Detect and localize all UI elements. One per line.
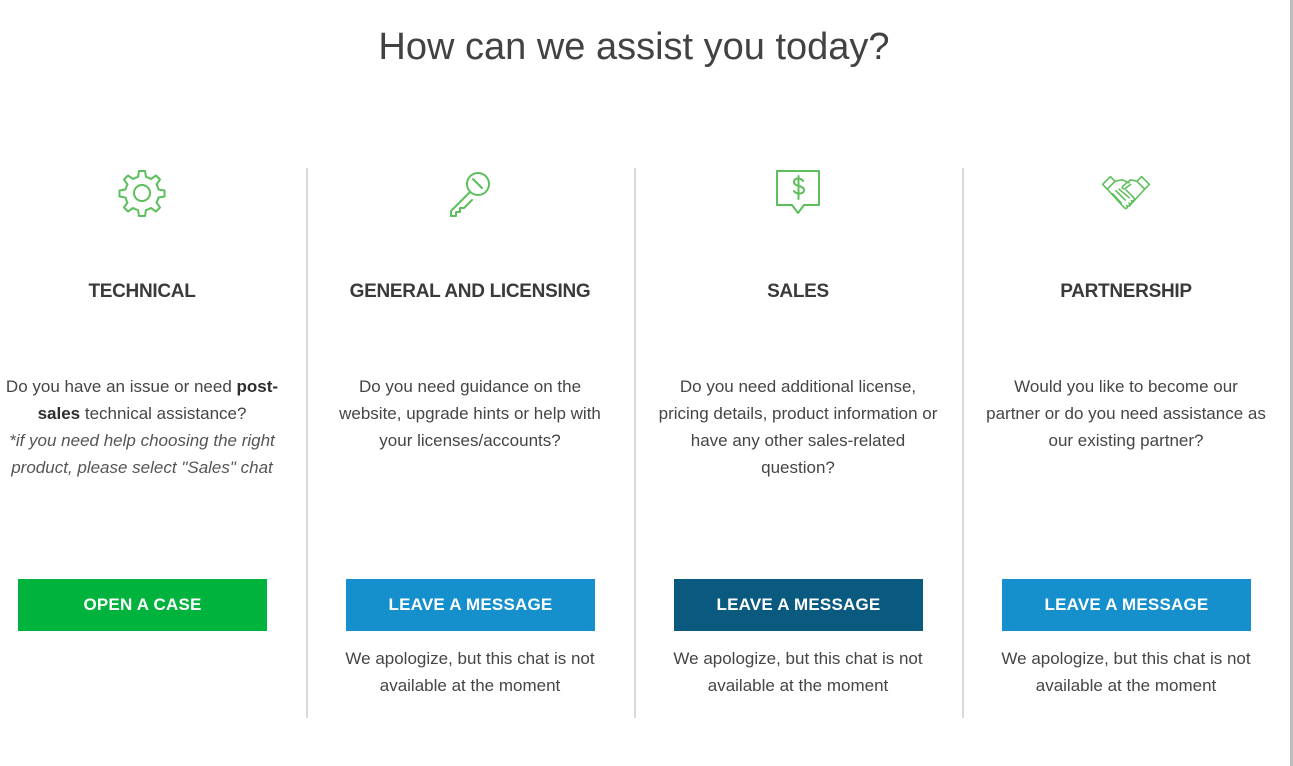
card-general-licensing: GENERAL AND LICENSING Do you need guidan… [306, 168, 634, 718]
card-description: Do you have an issue or need post-sales … [2, 373, 282, 481]
chat-status: We apologize, but this chat is not avail… [673, 649, 923, 695]
description-note: *if you need help choosing the right pro… [9, 431, 275, 477]
open-case-button[interactable]: OPEN A CASE [18, 579, 267, 631]
support-page: How can we assist you today? TECHNICAL D… [0, 0, 1293, 766]
card-title: TECHNICAL [88, 281, 196, 302]
dollar-chat-icon [773, 168, 823, 218]
card-title: GENERAL AND LICENSING [349, 281, 591, 302]
chat-status: We apologize, but this chat is not avail… [345, 649, 595, 695]
support-options: TECHNICAL Do you have an issue or need p… [0, 168, 1290, 718]
gear-icon [117, 168, 167, 218]
page-title: How can we assist you today? [378, 26, 890, 68]
handshake-icon [1101, 168, 1151, 218]
card-description: Do you need additional license, pricing … [658, 377, 938, 477]
leave-message-button-partnership[interactable]: LEAVE A MESSAGE [1002, 579, 1251, 631]
key-icon [445, 168, 495, 218]
leave-message-button-sales[interactable]: LEAVE A MESSAGE [674, 579, 923, 631]
card-description: Would you like to become our partner or … [986, 377, 1266, 450]
card-description: Do you need guidance on the website, upg… [339, 377, 601, 450]
card-title: SALES [767, 281, 829, 302]
card-partnership: PARTNERSHIP Would you like to become our… [962, 168, 1290, 718]
description-text: technical assistance? [84, 404, 247, 423]
leave-message-button-general[interactable]: LEAVE A MESSAGE [346, 579, 595, 631]
card-sales: SALES Do you need additional license, pr… [634, 168, 962, 718]
card-title: PARTNERSHIP [1060, 281, 1192, 302]
chat-status: We apologize, but this chat is not avail… [1001, 649, 1251, 695]
card-technical: TECHNICAL Do you have an issue or need p… [0, 168, 306, 718]
description-text: Do you have an issue or need [5, 377, 232, 396]
